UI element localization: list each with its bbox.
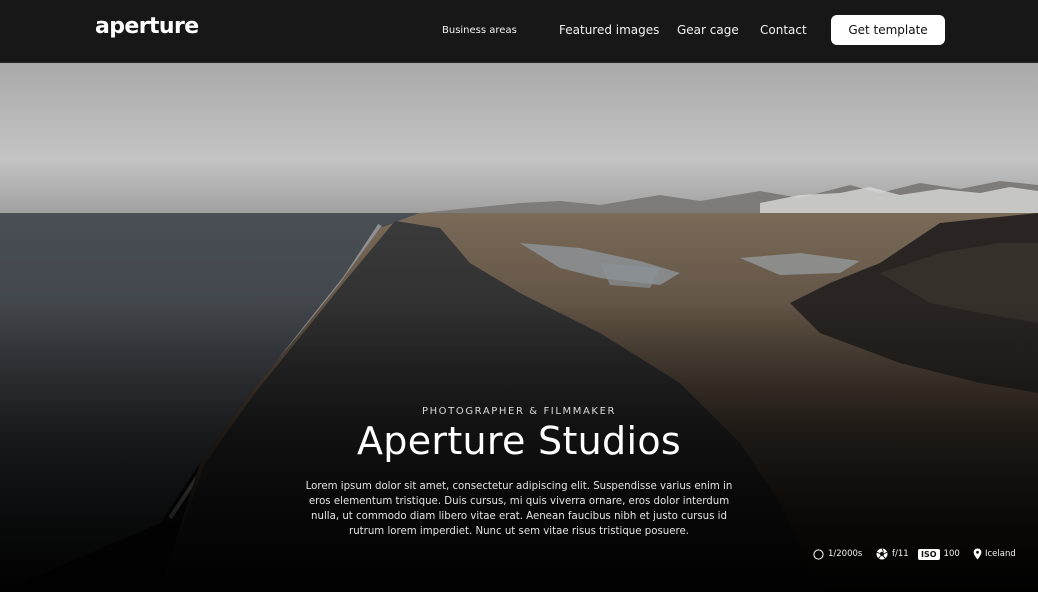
exif-iso: ISO 100	[918, 546, 960, 562]
exif-iso-value: 100	[943, 549, 960, 559]
iso-icon: ISO	[918, 548, 940, 560]
exif-shutter-value: 1/2000s	[828, 549, 863, 559]
exif-aperture-value: f/11	[892, 549, 909, 559]
hero-eyebrow: PHOTOGRAPHER & FILMMAKER	[421, 406, 617, 417]
exif-aperture: f/11	[876, 546, 909, 562]
shutter-icon	[813, 548, 824, 560]
nav-link-contact[interactable]: Contact	[760, 23, 807, 37]
exif-location: Iceland	[973, 546, 1016, 562]
nav-link-business-areas[interactable]: Business areas	[442, 25, 517, 36]
brand-logo[interactable]: aperture	[95, 14, 199, 39]
location-pin-icon	[973, 548, 982, 560]
hero-title: Aperture Studios	[357, 419, 681, 463]
top-navigation-bar: aperture Business areas Featured images …	[0, 0, 1038, 63]
aperture-icon	[876, 548, 888, 560]
hero-description: Lorem ipsum dolor sit amet, consectetur …	[305, 481, 733, 537]
get-template-button[interactable]: Get template	[831, 15, 945, 45]
hero-section: PHOTOGRAPHER & FILMMAKER Aperture Studio…	[0, 63, 1038, 592]
nav-link-gear-cage[interactable]: Gear cage	[677, 23, 739, 37]
exif-shutter: 1/2000s	[813, 546, 862, 562]
exif-location-value: Iceland	[985, 549, 1016, 559]
nav-link-featured-images[interactable]: Featured images	[559, 23, 659, 37]
